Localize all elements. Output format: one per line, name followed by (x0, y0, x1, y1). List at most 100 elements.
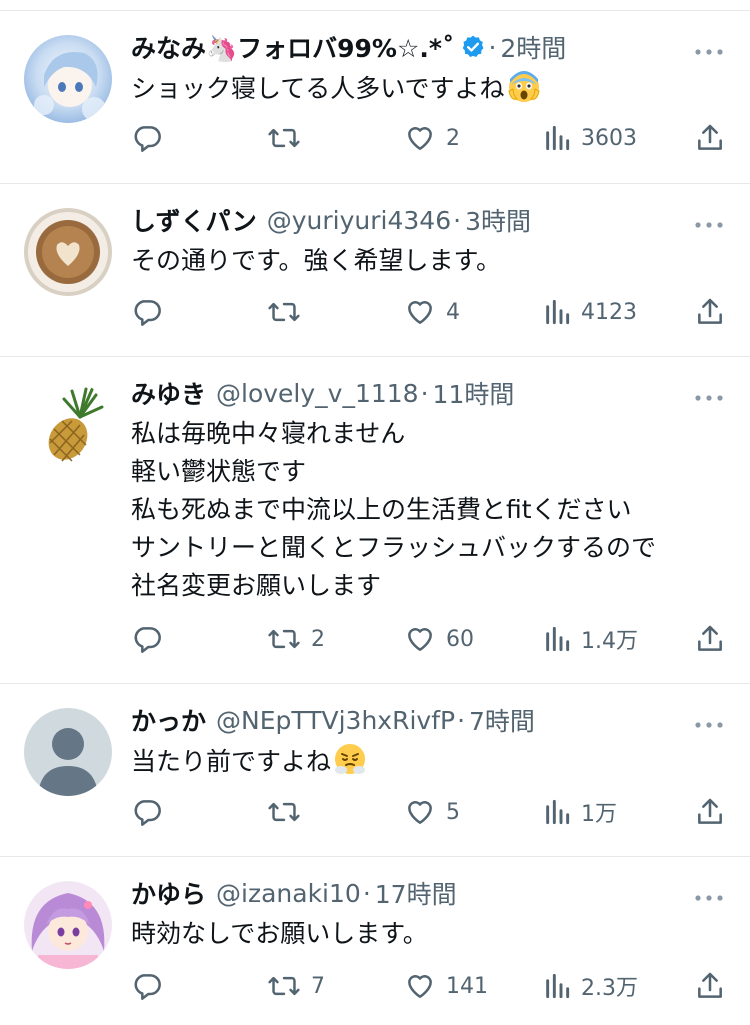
share-icon (698, 298, 722, 324)
default-profile-icon (24, 708, 112, 796)
retweet-button[interactable] (267, 292, 301, 332)
retweet-button[interactable]: 2 (267, 619, 325, 659)
tweet-header: みゆき @lovely_v_1118 · 11時間 (131, 375, 670, 411)
retweet-button[interactable] (267, 118, 301, 158)
views-chart-icon (546, 799, 570, 825)
view-count: 4123 (581, 299, 637, 325)
tweet-actions: 2 60 1.4万 (131, 619, 726, 659)
reply-tweet-4[interactable]: かっか @NEpTTVj3hxRivfP · 7時間 当たり前ですよね 5 1万 (0, 684, 750, 857)
views-button[interactable]: 1万 (543, 792, 617, 832)
share-button[interactable] (694, 118, 726, 158)
reply-icon (134, 126, 161, 152)
time-separator: · (362, 878, 371, 908)
user-handle[interactable]: @NEpTTVj3hxRivfP (216, 706, 455, 735)
reply-tweet-3[interactable]: みゆき @lovely_v_1118 · 11時間 私は毎晩中々寝れません 軽い… (0, 357, 750, 684)
avatar-image (24, 35, 112, 123)
more-options-icon[interactable] (694, 389, 724, 401)
more-options-icon[interactable] (694, 716, 724, 728)
reply-button[interactable] (131, 966, 163, 1006)
reply-button[interactable] (131, 619, 163, 659)
views-chart-icon (546, 626, 570, 652)
more-options-icon[interactable] (694, 889, 724, 901)
tweet-text: ショック寝してる人多いですよね (131, 69, 720, 114)
share-button[interactable] (694, 966, 726, 1006)
views-chart-icon (546, 125, 570, 151)
tweet-text-line: 社名変更お願いします (131, 571, 382, 600)
screaming-face-emoji-icon (507, 69, 541, 114)
views-button[interactable]: 3603 (543, 118, 637, 158)
heart-icon (408, 127, 432, 150)
user-handle[interactable]: @yuriyuri4346 (267, 206, 451, 235)
share-icon (698, 798, 722, 824)
timestamp[interactable]: 17時間 (375, 875, 457, 911)
avatar-shizukupan[interactable] (24, 208, 112, 296)
avatar-kayura[interactable] (24, 881, 112, 969)
timestamp[interactable]: 7時間 (469, 702, 535, 738)
retweet-icon (268, 302, 300, 322)
display-name[interactable]: みなみ🦄フォロバ99%☆.*˚ (131, 29, 454, 65)
avatar-miyuki[interactable] (24, 381, 112, 469)
user-handle[interactable]: @izanaki10 (216, 879, 361, 908)
share-icon (698, 972, 722, 998)
time-separator: · (453, 205, 462, 235)
timestamp[interactable]: 2時間 (500, 29, 566, 65)
retweet-icon (268, 976, 300, 996)
tweet-text: 私は毎晩中々寝れません 軽い鬱状態です 私も死ぬまで中流以上の生活費とfitくだ… (131, 415, 720, 605)
reply-tweet-2[interactable]: しずくパン @yuriyuri4346 · 3時間 その通りです。強く希望します… (0, 184, 750, 357)
heart-icon (408, 301, 432, 324)
heart-icon (408, 628, 432, 651)
view-count: 1.4万 (581, 629, 638, 654)
avatar-image (24, 381, 112, 469)
avatar-minami[interactable] (24, 35, 112, 123)
timestamp[interactable]: 11時間 (433, 375, 515, 411)
share-button[interactable] (694, 792, 726, 832)
display-name[interactable]: みゆき (131, 375, 206, 411)
tweet-header: しずくパン @yuriyuri4346 · 3時間 (131, 202, 670, 238)
like-button[interactable]: 60 (404, 619, 474, 659)
tweet-actions: 7 141 2.3万 (131, 966, 726, 1006)
tweet-text-line: 当たり前ですよね (131, 742, 720, 787)
retweet-button[interactable] (267, 792, 301, 832)
like-button[interactable]: 4 (404, 292, 460, 332)
like-button[interactable]: 5 (404, 792, 460, 832)
user-handle[interactable]: @lovely_v_1118 (216, 379, 419, 408)
reply-button[interactable] (131, 118, 163, 158)
views-button[interactable]: 2.3万 (543, 966, 638, 1006)
views-chart-icon (546, 299, 570, 325)
display-name[interactable]: しずくパン (131, 202, 257, 238)
time-separator: · (457, 705, 466, 735)
view-count: 2.3万 (581, 976, 638, 1001)
display-name[interactable]: かっか (131, 702, 206, 738)
like-count: 60 (446, 626, 474, 652)
reply-icon (134, 974, 161, 1000)
tweet-header: かっか @NEpTTVj3hxRivfP · 7時間 (131, 702, 670, 738)
share-button[interactable] (694, 619, 726, 659)
reply-tweet-5[interactable]: かゆら @izanaki10 · 17時間 時効なしでお願いします。 7 141… (0, 857, 750, 1025)
tweet-actions: 2 3603 (131, 118, 726, 158)
tweet-text-line: ショック寝してる人多いですよね (131, 69, 720, 114)
reply-button[interactable] (131, 792, 163, 832)
like-count: 4 (446, 299, 460, 325)
views-button[interactable]: 1.4万 (543, 619, 638, 659)
retweet-icon (268, 128, 300, 148)
avatar-kakka[interactable] (24, 708, 112, 796)
tweet-actions: 5 1万 (131, 792, 726, 832)
face-with-steam-emoji-icon (333, 742, 367, 787)
display-name[interactable]: かゆら (131, 875, 206, 911)
reply-icon (134, 800, 161, 826)
more-options-icon[interactable] (694, 216, 724, 228)
timestamp[interactable]: 3時間 (465, 202, 531, 238)
more-options-icon[interactable] (694, 43, 724, 55)
retweet-button[interactable]: 7 (267, 966, 325, 1006)
like-button[interactable]: 141 (404, 966, 488, 1006)
reply-tweet-1[interactable]: みなみ🦄フォロバ99%☆.*˚ · 2時間 ショック寝してる人多いですよね 2 … (0, 11, 750, 184)
reply-button[interactable] (131, 292, 163, 332)
view-count: 3603 (581, 125, 637, 151)
tweet-actions: 4 4123 (131, 292, 726, 332)
tweet-text: 当たり前ですよね (131, 742, 720, 787)
like-count: 2 (446, 125, 460, 151)
views-button[interactable]: 4123 (543, 292, 637, 332)
like-button[interactable]: 2 (404, 118, 460, 158)
share-button[interactable] (694, 292, 726, 332)
avatar-image (24, 208, 112, 296)
